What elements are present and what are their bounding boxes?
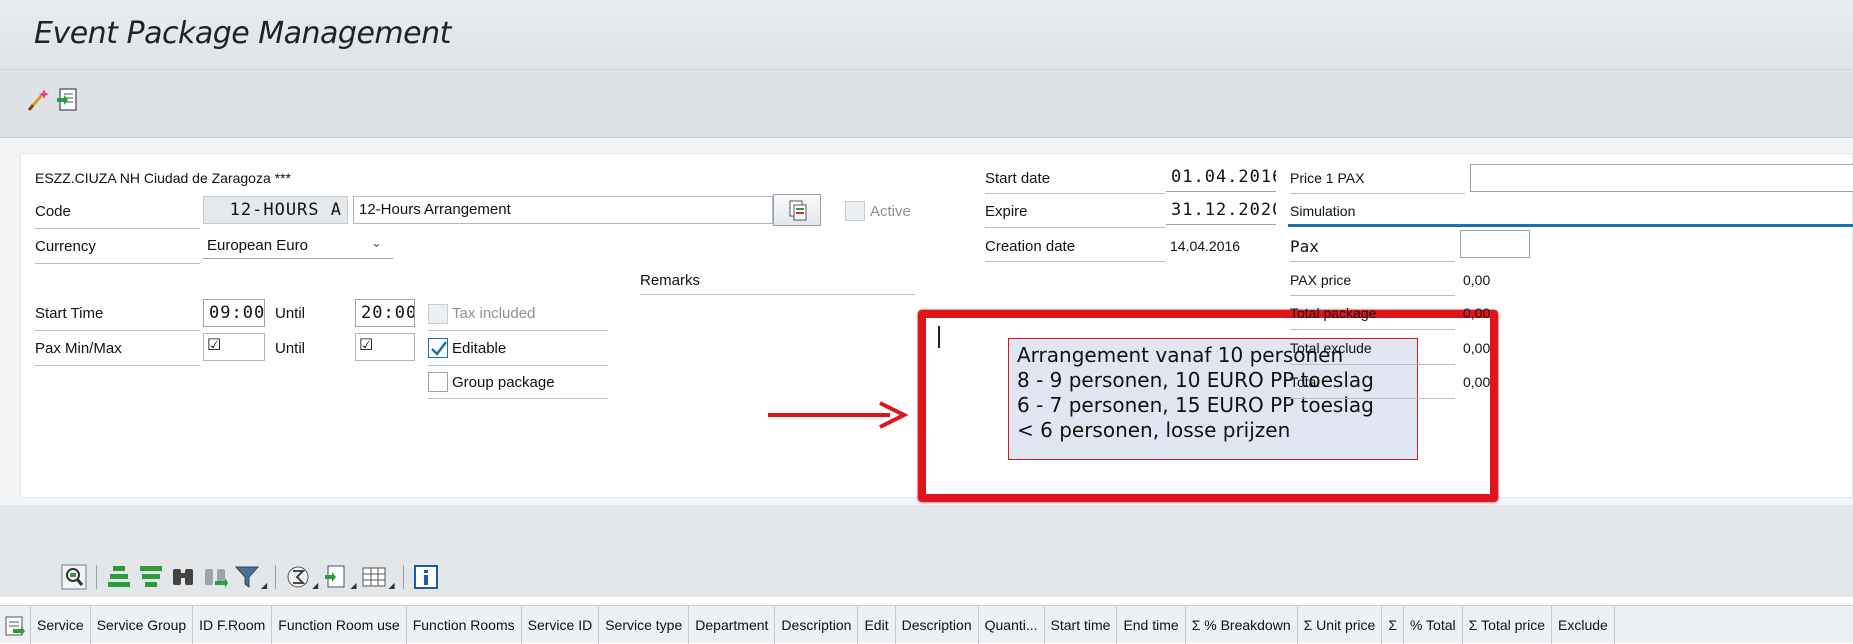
column-header[interactable]: ID F.Room: [193, 605, 273, 644]
grid-toolbar: ◢ ◢ ◢ ◢: [60, 560, 440, 594]
group-package-checkbox[interactable]: [428, 372, 448, 392]
chevron-down-icon: ⌄: [371, 235, 382, 250]
column-header[interactable]: Σ Unit price: [1298, 605, 1383, 644]
creation-date-value: 14.04.2016: [1170, 238, 1241, 254]
end-time-field[interactable]: 20:00: [355, 299, 415, 327]
dropdown-arrow-icon[interactable]: ◢: [261, 581, 267, 590]
expire-field[interactable]: 31.12.2020: [1166, 197, 1276, 225]
column-header[interactable]: % Total: [1404, 605, 1463, 644]
until-label-1: Until: [275, 305, 306, 322]
column-header[interactable]: Edit: [858, 605, 896, 644]
arrow-icon: [768, 401, 909, 429]
active-checkbox[interactable]: [845, 201, 865, 221]
find-next-icon[interactable]: [201, 563, 229, 591]
pax-minmax-label: Pax Min/Max: [35, 340, 122, 357]
column-header[interactable]: Service Group: [91, 605, 194, 644]
sum-icon[interactable]: [284, 563, 312, 591]
remarks-line: 8 - 9 personen, 10 EURO PP toeslag: [1017, 368, 1374, 392]
column-header[interactable]: Department: [689, 605, 776, 644]
check-icon: [431, 341, 447, 356]
column-header[interactable]: Service type: [599, 605, 690, 644]
column-header[interactable]: Description: [896, 605, 979, 644]
column-header[interactable]: Quanti...: [979, 605, 1045, 644]
column-header[interactable]: Function Room use: [272, 605, 407, 644]
pax-max-field[interactable]: ☑: [355, 333, 415, 361]
find-icon[interactable]: [169, 563, 197, 591]
dropdown-arrow-icon[interactable]: ◢: [312, 581, 318, 590]
until-label-2: Until: [275, 340, 306, 357]
hotel-name: ESZZ.CIUZA NH Ciudad de Zaragoza ***: [35, 170, 291, 186]
currency-label: Currency: [35, 238, 96, 255]
price-1-pax-label: Price 1 PAX: [1290, 170, 1365, 186]
start-time-label: Start Time: [35, 305, 104, 322]
start-date-field[interactable]: 01.04.2016: [1166, 164, 1276, 192]
expire-label: Expire: [985, 203, 1028, 220]
application-toolbar: [0, 70, 1853, 138]
remarks-label: Remarks: [640, 272, 701, 289]
tax-included-checkbox[interactable]: [428, 304, 448, 324]
grid-column-header: Service Service Group ID F.Room Function…: [0, 605, 1853, 644]
simulation-label: Simulation: [1290, 203, 1356, 219]
window-title: Event Package Management: [34, 16, 451, 51]
checkmark-icon: ☑: [207, 337, 222, 354]
copy-button[interactable]: [773, 194, 821, 226]
export-icon[interactable]: [322, 563, 350, 591]
code-description-field[interactable]: 12-Hours Arrangement: [353, 196, 773, 224]
title-bar: Event Package Management: [0, 0, 1853, 70]
price-1-pax-field[interactable]: [1470, 164, 1853, 192]
total-exclude-value: 0,00: [1463, 340, 1491, 356]
column-header[interactable]: Σ: [1382, 605, 1404, 644]
total-exclude-label: Total exclude: [1290, 340, 1372, 356]
creation-date-label: Creation date: [985, 238, 1076, 255]
dropdown-arrow-icon[interactable]: ◢: [350, 581, 356, 590]
start-date-label: Start date: [985, 170, 1051, 187]
remarks-line: 6 - 7 personen, 15 EURO PP toeslag: [1017, 393, 1374, 417]
remarks-line: < 6 personen, losse prijzen: [1017, 418, 1291, 442]
start-time-field[interactable]: 09:00: [203, 299, 265, 327]
remarks-highlight: Arrangement vanaf 10 personen 8 - 9 pers…: [1008, 338, 1418, 460]
editable-label: Editable: [452, 340, 507, 357]
select-all-icon[interactable]: [0, 605, 31, 644]
total-package-value: 0,00: [1463, 305, 1491, 321]
sort-descending-icon[interactable]: [137, 563, 165, 591]
text-cursor: [938, 326, 940, 348]
remarks-textarea[interactable]: Arrangement vanaf 10 personen 8 - 9 pers…: [918, 310, 1498, 502]
currency-select[interactable]: European Euro ⌄: [203, 231, 393, 259]
total-value: 0,00: [1463, 374, 1491, 390]
group-package-label: Group package: [452, 374, 555, 391]
export-document-icon[interactable]: [54, 86, 82, 114]
column-header[interactable]: Description: [775, 605, 859, 644]
column-header[interactable]: End time: [1117, 605, 1186, 644]
column-header[interactable]: Start time: [1045, 605, 1118, 644]
magic-wand-icon[interactable]: [24, 86, 52, 114]
column-header[interactable]: Service: [31, 605, 91, 644]
code-label: Code: [35, 203, 71, 220]
layout-icon[interactable]: [360, 563, 388, 591]
dropdown-arrow-icon[interactable]: ◢: [388, 581, 394, 590]
pax-price-label: PAX price: [1290, 272, 1352, 288]
sort-ascending-icon[interactable]: [105, 563, 133, 591]
pax-min-field[interactable]: ☑: [203, 333, 265, 361]
column-header[interactable]: Service ID: [522, 605, 600, 644]
total-label: Total: [1290, 374, 1320, 390]
total-package-label: Total package: [1290, 305, 1377, 321]
pax-field[interactable]: [1460, 230, 1530, 258]
code-field[interactable]: 12-HOURS A: [203, 196, 348, 224]
currency-value: European Euro: [207, 237, 308, 254]
filter-icon[interactable]: [233, 563, 261, 591]
details-icon[interactable]: [60, 563, 88, 591]
tax-included-label: Tax included: [452, 305, 536, 322]
pax-label: Pax: [1290, 237, 1319, 256]
info-icon[interactable]: [412, 563, 440, 591]
column-header[interactable]: Σ Total price: [1463, 605, 1552, 644]
column-header[interactable]: Function Rooms: [407, 605, 522, 644]
simulation-divider: [1288, 224, 1853, 227]
checkmark-icon: ☑: [359, 337, 374, 354]
column-header[interactable]: Σ % Breakdown: [1186, 605, 1298, 644]
pax-price-value: 0,00: [1463, 272, 1491, 288]
editable-checkbox[interactable]: [428, 338, 448, 358]
copy-icon: [789, 200, 807, 221]
active-label: Active: [870, 203, 911, 220]
column-header[interactable]: Exclude: [1552, 605, 1615, 644]
